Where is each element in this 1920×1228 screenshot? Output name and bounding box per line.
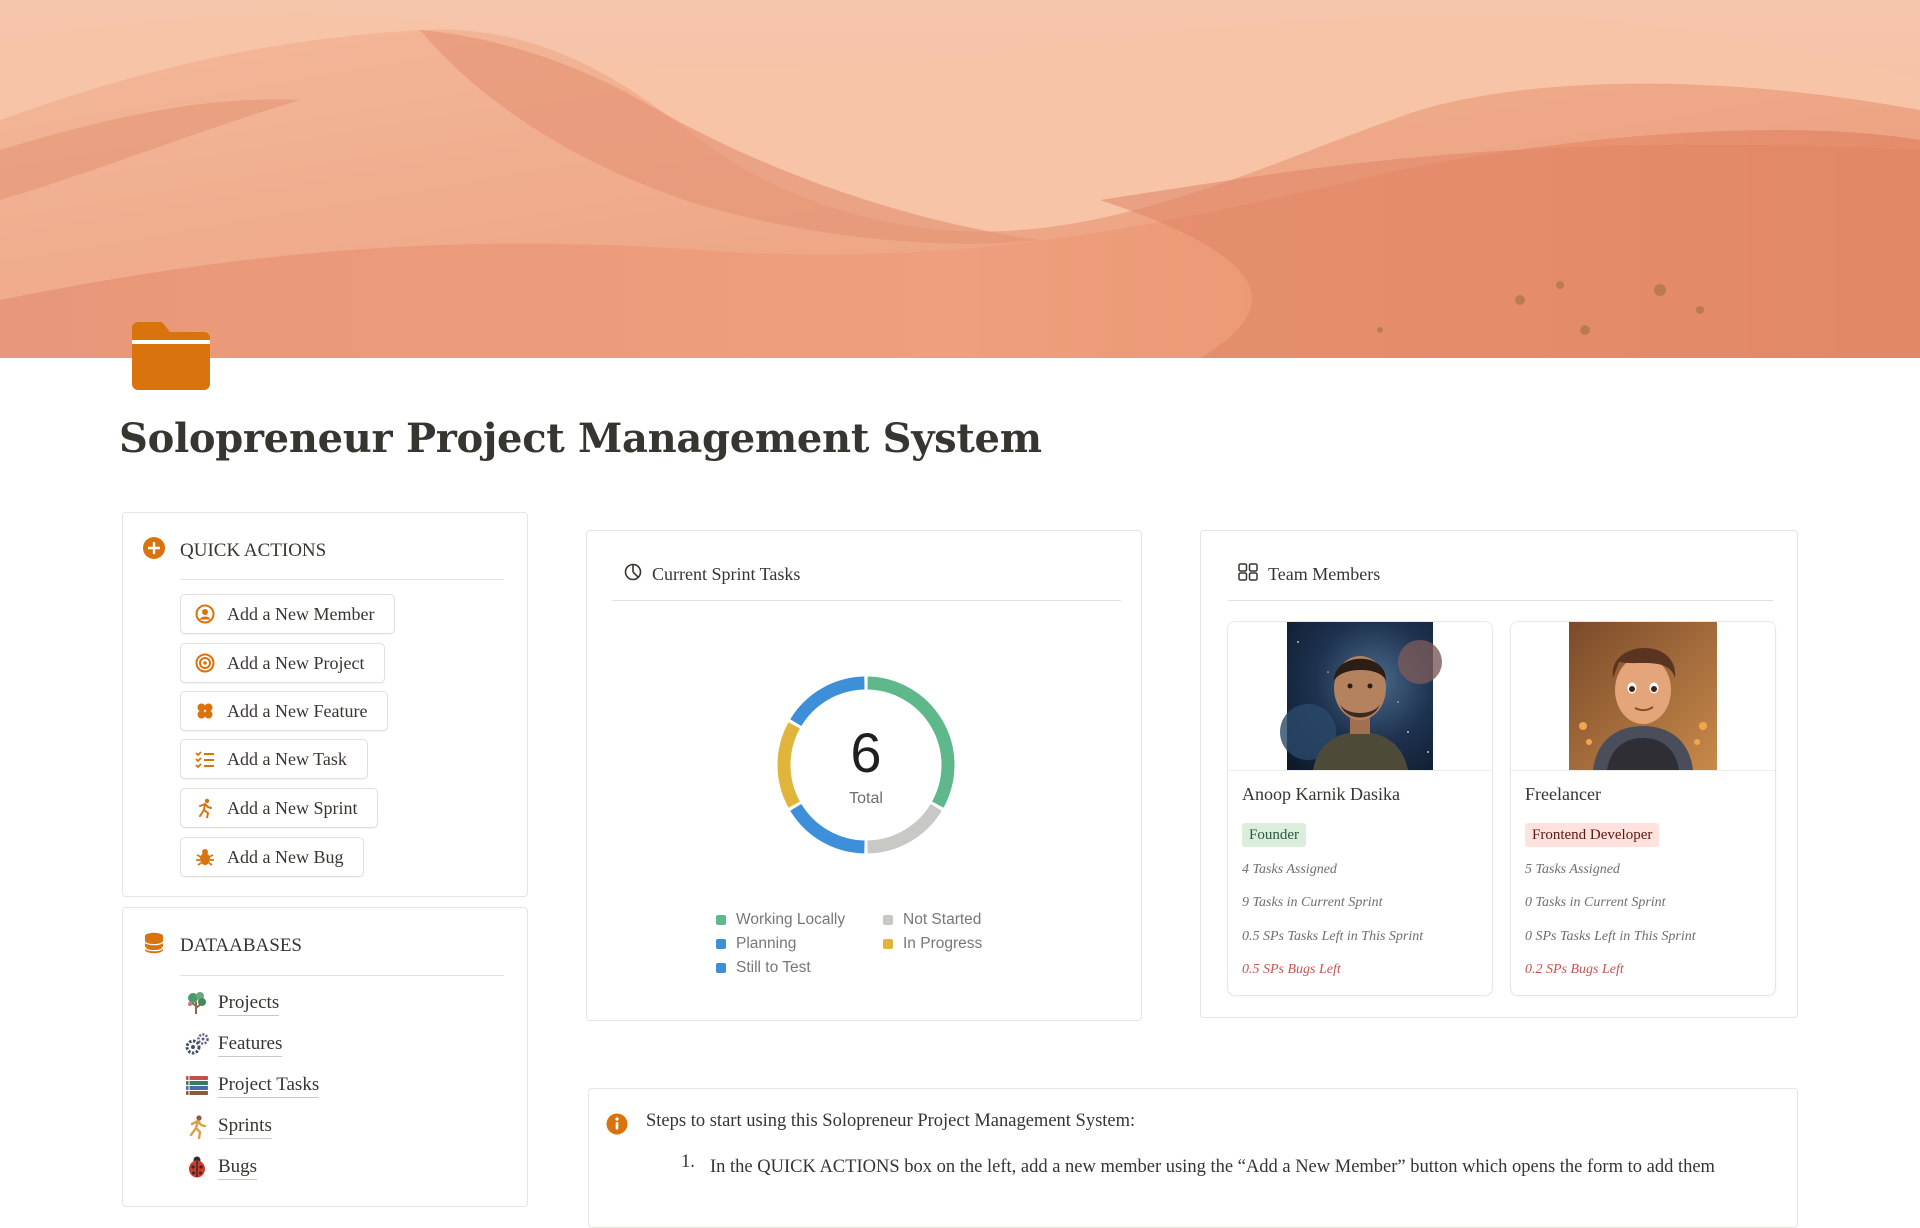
donut-segment-not-started [867, 803, 942, 854]
team-members-divider [1228, 600, 1773, 601]
donut-segment-in-progress [777, 722, 801, 808]
add-sprint-label: Add a New Sprint [227, 797, 358, 818]
sps-bugs-left: 0.5 SPs Bugs Left [1242, 962, 1341, 977]
gears-icon [185, 1033, 209, 1055]
add-sprint-button[interactable]: Add a New Sprint [180, 788, 379, 828]
add-bug-button[interactable]: Add a New Bug [180, 837, 365, 877]
cover-image [0, 0, 1920, 358]
legend-swatch [716, 963, 726, 973]
project-tasks-label: Project Tasks [218, 1073, 320, 1098]
legend-swatch [883, 939, 893, 949]
add-feature-label: Add a New Feature [227, 700, 368, 721]
project-tasks-link[interactable]: Project Tasks [184, 1072, 320, 1098]
plus-circle-icon [142, 536, 166, 565]
databases-heading: DATAABASES [180, 934, 302, 956]
pie-chart-icon [624, 563, 642, 586]
add-project-button[interactable]: Add a New Project [180, 643, 386, 683]
legend-item-working-locally: Working Locally [716, 911, 845, 929]
info-icon [606, 1113, 628, 1140]
legend-item-in-progress: In Progress [883, 935, 982, 953]
books-icon [186, 1076, 208, 1095]
donut-total-label: Total [849, 790, 883, 807]
sps-tasks-left: 0 SPs Tasks Left in This Sprint [1525, 929, 1696, 944]
bugs-link[interactable]: Bugs [184, 1154, 258, 1180]
checklist-icon [195, 751, 214, 769]
add-task-button[interactable]: Add a New Task [180, 739, 368, 779]
legend-label: Working Locally [736, 911, 846, 928]
user-circle-icon [195, 604, 215, 624]
features-label: Features [218, 1032, 283, 1057]
clover-icon [197, 703, 213, 719]
member-card[interactable]: Anoop Karnik Dasika Founder 4 Tasks Assi… [1227, 621, 1493, 996]
projects-label: Projects [218, 991, 280, 1016]
member-name: Freelancer [1525, 784, 1601, 804]
ladybug-icon [189, 1156, 205, 1178]
features-link[interactable]: Features [184, 1031, 283, 1057]
add-member-label: Add a New Member [227, 603, 375, 624]
legend-swatch [716, 915, 726, 925]
add-feature-button[interactable]: Add a New Feature [180, 691, 389, 731]
sps-tasks-left: 0.5 SPs Tasks Left in This Sprint [1242, 929, 1424, 944]
sprint-chart-divider [612, 600, 1121, 601]
tasks-in-sprint: 0 Tasks in Current Sprint [1525, 895, 1666, 910]
legend-swatch [883, 915, 893, 925]
step-number: 1. [681, 1152, 695, 1172]
legend-label: Planning [736, 935, 797, 952]
target-icon [195, 653, 215, 673]
team-members-heading: Team Members [1268, 564, 1381, 584]
member-photo [1228, 622, 1492, 771]
add-member-button[interactable]: Add a New Member [180, 594, 396, 634]
legend-label: Still to Test [736, 959, 811, 976]
donut-total: 6 [850, 721, 882, 784]
team-members-header[interactable]: Team Members [1238, 563, 1380, 586]
folder-icon [132, 318, 210, 390]
sprints-link[interactable]: Sprints [184, 1113, 272, 1139]
legend-item-not-started: Not Started [883, 911, 981, 929]
step-text: In the QUICK ACTIONS box on the left, ad… [710, 1157, 1715, 1177]
databases-divider [180, 975, 504, 976]
add-project-label: Add a New Project [227, 652, 365, 673]
sprints-label: Sprints [218, 1114, 272, 1139]
legend-swatch [716, 939, 726, 949]
add-task-label: Add a New Task [227, 748, 347, 769]
tasks-assigned: 4 Tasks Assigned [1242, 862, 1337, 877]
legend-item-still-to-test: Still to Test [716, 959, 811, 977]
role-tag: Founder [1242, 823, 1306, 847]
sprint-chart-header[interactable]: Current Sprint Tasks [624, 563, 800, 586]
quick-actions-divider [180, 579, 504, 580]
quick-actions-header: QUICK ACTIONS [142, 536, 326, 565]
member-photo [1511, 622, 1775, 771]
page-title: Solopreneur Project Management System [119, 415, 1042, 462]
projects-link[interactable]: Projects [184, 990, 280, 1016]
donut-segment-planning [790, 676, 865, 727]
callout-text: Steps to start using this Solopreneur Pr… [646, 1111, 1136, 1131]
bug-icon [196, 849, 214, 866]
role-tag: Frontend Developer [1525, 823, 1660, 847]
tasks-in-sprint: 9 Tasks in Current Sprint [1242, 895, 1383, 910]
databases-header: DATAABASES [142, 931, 302, 960]
tree-icon [188, 992, 206, 1014]
running-person-icon [199, 798, 212, 818]
donut-segment-still-to-test [790, 803, 865, 854]
add-bug-label: Add a New Bug [227, 846, 344, 867]
bugs-label: Bugs [218, 1155, 258, 1180]
gallery-icon [1238, 563, 1258, 586]
legend-item-planning: Planning [716, 935, 796, 953]
sprint-chart-heading: Current Sprint Tasks [652, 564, 801, 584]
sps-bugs-left: 0.2 SPs Bugs Left [1525, 962, 1624, 977]
quick-actions-heading: QUICK ACTIONS [180, 539, 327, 561]
database-icon [142, 931, 166, 960]
member-card[interactable]: Freelancer Frontend Developer 5 Tasks As… [1510, 621, 1776, 996]
tasks-assigned: 5 Tasks Assigned [1525, 862, 1620, 877]
member-name: Anoop Karnik Dasika [1242, 784, 1400, 804]
runner-icon [189, 1115, 207, 1139]
legend-label: In Progress [903, 935, 983, 952]
legend-label: Not Started [903, 911, 982, 928]
